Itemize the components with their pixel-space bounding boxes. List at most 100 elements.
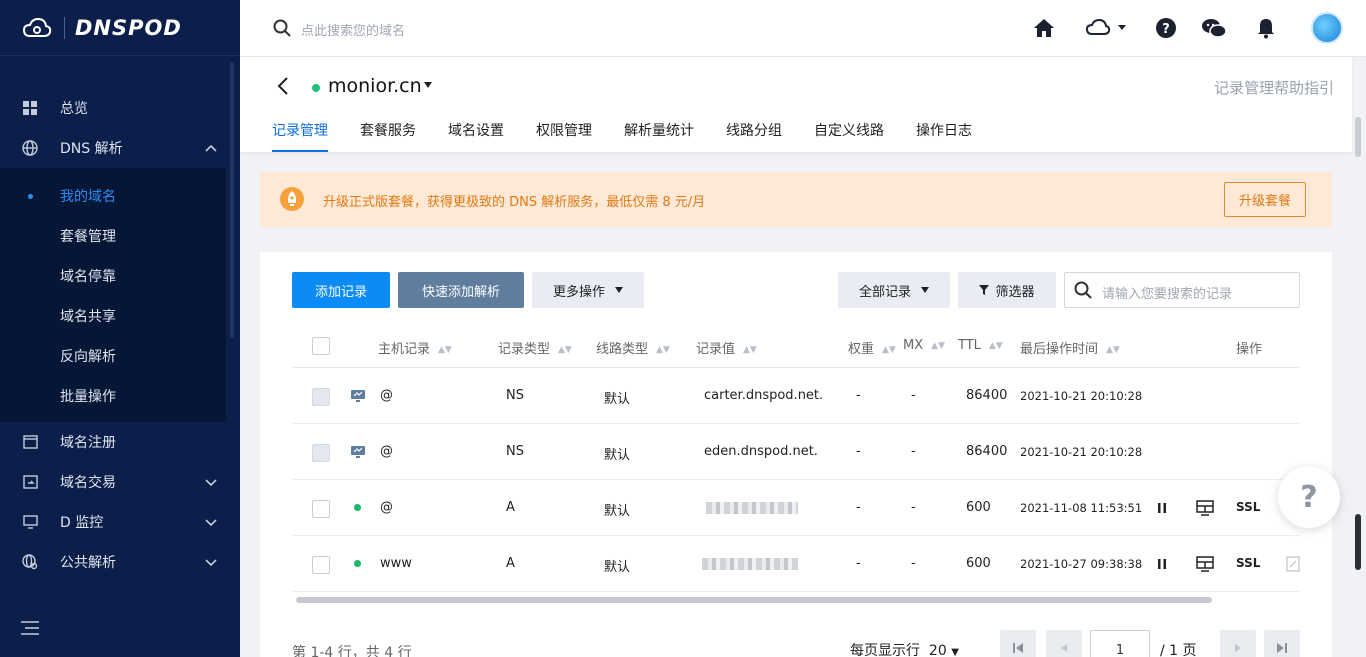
sidebar-item-dns[interactable]: DNS 解析 [0,128,240,168]
sidebar-scrollbar[interactable] [230,62,234,338]
cloud-icon[interactable] [1085,17,1113,39]
upgrade-banner: 升级正式版套餐，获得更极致的 DNS 解析服务，最低仅需 8 元/月 升级套餐 [260,172,1332,227]
domain-search-input[interactable]: 点此搜索您的域名 [301,20,405,39]
th-ttl[interactable]: TTL ▲▼ [958,338,1003,353]
tab-stats[interactable]: 解析量统计 [624,120,694,152]
last-page-button[interactable] [1264,630,1300,657]
th-host[interactable]: 主机记录 ▲▼ [378,338,452,357]
domain-name[interactable]: monior.cn [328,75,422,97]
table-row[interactable]: @ NS 默认 eden.dnspod.net. - - 86400 2021-… [292,424,1300,480]
cell-host: www [380,556,412,571]
more-ops-button[interactable]: 更多操作 [532,272,644,308]
tab-logs[interactable]: 操作日志 [916,120,972,152]
caret-down-icon[interactable] [1117,24,1127,32]
menu-toggle-icon[interactable] [21,620,39,636]
enabled-status-dot [354,504,361,511]
tab-permissions[interactable]: 权限管理 [536,120,592,152]
sidebar-item-sharing[interactable]: 域名共享 [0,296,226,336]
th-weight[interactable]: 权重 ▲▼ [848,338,896,357]
pause-icon[interactable] [1154,500,1170,516]
table-row[interactable]: @ A 默认 - - 600 2021-11-08 11:53:51 SSL [292,480,1300,536]
all-records-dropdown[interactable]: 全部记录 [838,272,950,308]
top-bar: 点此搜索您的域名 ? [240,0,1366,57]
brand-logo[interactable]: DNSPOD [0,0,240,56]
edit-icon[interactable] [1286,556,1300,572]
th-mx[interactable]: MX ▲▼ [903,338,945,353]
prev-page-button[interactable] [1046,630,1082,657]
table-horizontal-scrollbar[interactable] [296,597,1212,603]
chevron-down-icon [205,559,217,567]
first-page-button[interactable] [1000,630,1036,657]
cell-ttl: 86400 [966,444,1008,459]
cell-value-redacted [706,502,798,514]
sidebar-item-batch[interactable]: 批量操作 [0,376,226,416]
help-icon[interactable]: ? [1155,17,1177,39]
scroll-thumb[interactable] [1355,117,1361,157]
domain-switch-caret-icon[interactable] [424,82,432,88]
sidebar-item-reverse[interactable]: 反向解析 [0,336,226,376]
sidebar-item-label: 域名交易 [60,475,116,491]
ssl-button[interactable]: SSL [1236,500,1260,514]
bell-icon[interactable] [1255,17,1277,39]
cell-type: A [506,556,515,571]
table-row[interactable]: www A 默认 - - 600 2021-10-27 09:38:38 SSL [292,536,1300,592]
cell-mx: - [911,556,916,571]
page-scrollbar[interactable] [1355,57,1361,657]
sidebar-footer [0,599,240,657]
record-search-input[interactable]: 请输入您要搜索的记录 [1064,272,1300,308]
sidebar-item-monitor[interactable]: D 监控 [0,502,240,542]
search-icon[interactable] [273,19,291,37]
tab-line-groups[interactable]: 线路分组 [726,120,782,152]
cell-type: A [506,500,515,515]
quick-add-button[interactable]: 快速添加解析 [398,272,524,308]
th-label: 记录类型 [498,342,551,357]
filter-button[interactable]: 筛选器 [958,272,1056,308]
select-all-checkbox[interactable] [312,337,330,355]
sidebar-item-overview[interactable]: 总览 [0,88,240,128]
help-guide-link[interactable]: 记录管理帮助指引 [1214,77,1334,98]
row-checkbox [312,388,330,406]
ssl-button[interactable]: SSL [1236,556,1260,570]
th-type[interactable]: 记录类型 ▲▼ [498,338,572,357]
sidebar-item-parking[interactable]: 域名停靠 [0,256,226,296]
cell-mx: - [911,388,916,403]
row-checkbox[interactable] [312,556,330,574]
upgrade-button[interactable]: 升级套餐 [1224,182,1306,217]
sidebar-item-label: 批量操作 [60,389,116,405]
th-value[interactable]: 记录值 ▲▼ [696,338,757,357]
tab-custom-lines[interactable]: 自定义线路 [814,120,884,152]
sidebar-item-trade[interactable]: 域名交易 [0,462,240,502]
scroll-thumb-active[interactable] [1355,514,1361,570]
sidebar-item-my-domains[interactable]: 我的域名 [0,176,226,216]
table-row[interactable]: @ NS 默认 carter.dnspod.net. - - 86400 202… [292,368,1300,424]
system-record-icon [351,446,365,458]
tab-domain-settings[interactable]: 域名设置 [448,120,504,152]
monitor-record-icon[interactable] [1196,500,1214,516]
tab-package[interactable]: 套餐服务 [360,120,416,152]
sidebar-item-registration[interactable]: 域名注册 [0,422,240,462]
domain-header: monior.cn 记录管理帮助指引 记录管理 套餐服务 域名设置 权限管理 解… [240,57,1352,152]
user-avatar[interactable] [1311,12,1343,44]
row-checkbox[interactable] [312,500,330,518]
last-page-icon [1277,643,1287,653]
tab-records[interactable]: 记录管理 [272,120,328,152]
next-page-button[interactable] [1220,630,1256,657]
wechat-icon[interactable] [1201,17,1227,39]
th-time[interactable]: 最后操作时间 ▲▼ [1020,338,1120,357]
home-icon[interactable] [1033,17,1055,39]
page-number-input[interactable]: 1 [1090,630,1150,657]
floating-help-button[interactable]: ? [1278,466,1340,528]
per-page-select[interactable]: 每页显示行 20 ▼ [850,640,959,657]
back-arrow-icon[interactable] [276,76,292,96]
monitor-record-icon[interactable] [1196,556,1214,572]
trade-icon [22,474,38,490]
add-record-button[interactable]: 添加记录 [292,272,390,308]
sidebar-item-package[interactable]: 套餐管理 [0,216,226,256]
pause-icon[interactable] [1154,556,1170,572]
enabled-status-dot [354,560,361,567]
first-page-icon [1013,643,1023,653]
per-page-value: 20 [928,643,947,657]
sidebar-item-public-dns[interactable]: 公共解析 [0,542,240,582]
cell-value-redacted [702,558,798,570]
th-line[interactable]: 线路类型 ▲▼ [596,338,670,357]
